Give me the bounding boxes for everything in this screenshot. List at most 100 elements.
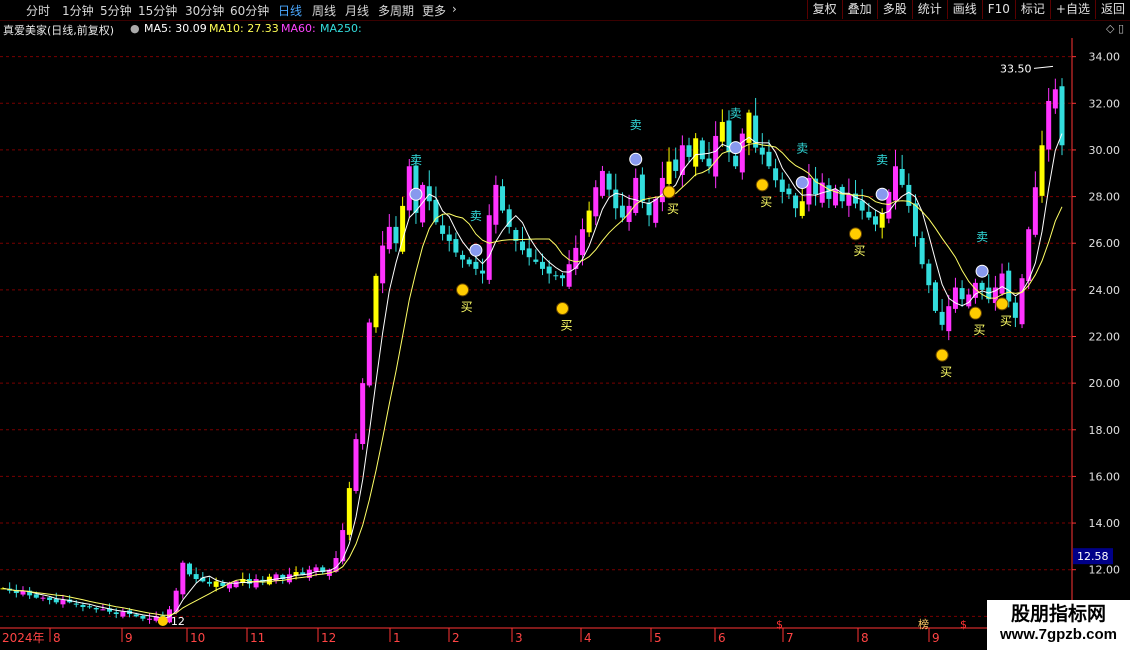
buy-signal-label: 买 xyxy=(1000,314,1012,328)
tab-7[interactable]: 周线 xyxy=(312,2,336,19)
month-label: 4 xyxy=(584,631,592,645)
month-label: 7 xyxy=(786,631,794,645)
candle-body xyxy=(453,239,459,253)
tab-5[interactable]: 60分钟 xyxy=(230,2,269,19)
price-tick-label: 14.00 xyxy=(1089,517,1121,530)
month-label: 9 xyxy=(125,631,133,645)
legend-settings-icon[interactable]: ● xyxy=(130,22,140,35)
candle-body xyxy=(553,275,559,277)
toolbar-button-3[interactable]: 统计 xyxy=(911,0,947,19)
ma5-value: MA5: 30.09 xyxy=(144,22,207,35)
buy-signal-label: 买 xyxy=(854,244,866,258)
candle-body xyxy=(1039,145,1045,196)
candle-body xyxy=(100,609,106,611)
toolbar-button-5[interactable]: F10 xyxy=(981,0,1015,19)
candle-body xyxy=(380,245,386,284)
sell-signal-label: 卖 xyxy=(976,230,988,244)
candle-body xyxy=(147,618,153,620)
tab-8[interactable]: 月线 xyxy=(345,2,369,19)
tab-1[interactable]: 1分钟 xyxy=(62,2,94,19)
candle-body xyxy=(979,282,985,290)
candle-body xyxy=(393,226,399,244)
candle-body xyxy=(646,202,652,216)
candle-body xyxy=(759,147,765,155)
buy-signal-label: 买 xyxy=(461,300,473,314)
candle-body xyxy=(619,205,625,218)
tab-9[interactable]: 多周期 xyxy=(378,2,414,19)
toolbar-button-4[interactable]: 画线 xyxy=(946,0,982,19)
candle-body xyxy=(466,259,472,265)
candle-body xyxy=(999,273,1005,294)
tab-3[interactable]: 15分钟 xyxy=(138,2,177,19)
toolbar-button-0[interactable]: 复权 xyxy=(806,0,842,19)
right-button-group: 复权 叠加 多股 统计 画线 F10 标记 +自选 返回 xyxy=(806,0,1130,20)
toolbar-button-2[interactable]: 多股 xyxy=(876,0,912,19)
candle-body xyxy=(879,212,885,228)
more-chevron-icon[interactable]: › xyxy=(452,2,457,16)
buy-signal-label: 买 xyxy=(667,202,679,216)
candle-body xyxy=(1019,278,1025,325)
candle-body xyxy=(873,216,879,225)
toolbar-button-6[interactable]: 标记 xyxy=(1014,0,1050,19)
toolbar-button-1[interactable]: 叠加 xyxy=(841,0,877,19)
candle-body xyxy=(93,607,99,610)
tab-6[interactable]: 日线 xyxy=(278,2,302,19)
tab-4[interactable]: 30分钟 xyxy=(185,2,224,19)
candle-body xyxy=(593,187,599,217)
candle-body xyxy=(786,188,792,195)
price-tick-label: 18.00 xyxy=(1089,424,1121,437)
tab-0[interactable]: 分时 xyxy=(26,2,50,19)
candle-body xyxy=(766,151,772,167)
candle-body xyxy=(446,234,452,241)
ma250-value: MA250: xyxy=(320,22,362,35)
candle-body xyxy=(613,189,619,209)
candle-body xyxy=(120,611,126,617)
candle-body xyxy=(273,574,279,581)
price-tick-label: 34.00 xyxy=(1089,51,1121,64)
month-label: 10 xyxy=(190,631,205,645)
sell-signal-label: 卖 xyxy=(470,209,482,223)
price-tick-label: 32.00 xyxy=(1089,97,1121,110)
candle-body xyxy=(520,241,526,251)
price-tick-label: 22.00 xyxy=(1089,330,1121,343)
candle-body xyxy=(713,135,719,177)
candle-body xyxy=(932,282,938,311)
price-tick-label: 24.00 xyxy=(1089,284,1121,297)
expand-icon[interactable]: ▯ xyxy=(1118,22,1124,35)
tab-10[interactable]: 更多 xyxy=(422,2,446,19)
candle-body xyxy=(233,581,239,588)
candle-body xyxy=(60,600,66,605)
candle-body xyxy=(579,229,585,256)
toolbar-button-8[interactable]: 返回 xyxy=(1094,0,1130,19)
buy-signal-label: 买 xyxy=(973,323,985,337)
buy-signal-label: 买 xyxy=(560,319,572,333)
ma10-line xyxy=(2,142,1063,616)
candle-body xyxy=(566,264,572,287)
kline-chart[interactable]: 34.00 32.00 30.00 28.00 26.00 24.00 22.00 20.00… xyxy=(0,38,1130,650)
low-buy-icon xyxy=(157,616,168,627)
buy-signal-icon xyxy=(849,227,863,241)
diamond-icon[interactable]: ◇ xyxy=(1106,22,1114,35)
watermark-title: 股朋指标网 xyxy=(1010,603,1106,625)
month-label: 11 xyxy=(250,631,265,645)
panel-controls: ◇ ▯ xyxy=(1106,22,1124,35)
candle-body xyxy=(926,263,932,286)
candle-body xyxy=(706,158,712,167)
candle-body xyxy=(653,198,659,223)
candle-body xyxy=(313,567,319,572)
ma10-value: MA10: 27.33 xyxy=(209,22,279,35)
buy-signal-icon xyxy=(935,348,949,362)
price-tick-label: 12.00 xyxy=(1089,564,1121,577)
candle-body xyxy=(899,168,905,185)
event-marker: $ xyxy=(776,618,783,631)
candle-body xyxy=(952,287,958,309)
sell-signal-label: 卖 xyxy=(730,106,742,120)
ma60-value: MA60: xyxy=(281,22,316,35)
candle-body xyxy=(480,270,486,274)
candle-body xyxy=(1006,270,1012,302)
ma5-line xyxy=(2,133,1063,619)
candle-body xyxy=(1046,100,1052,150)
toolbar-button-7[interactable]: +自选 xyxy=(1049,0,1095,19)
month-label: 5 xyxy=(654,631,662,645)
tab-2[interactable]: 5分钟 xyxy=(100,2,132,19)
